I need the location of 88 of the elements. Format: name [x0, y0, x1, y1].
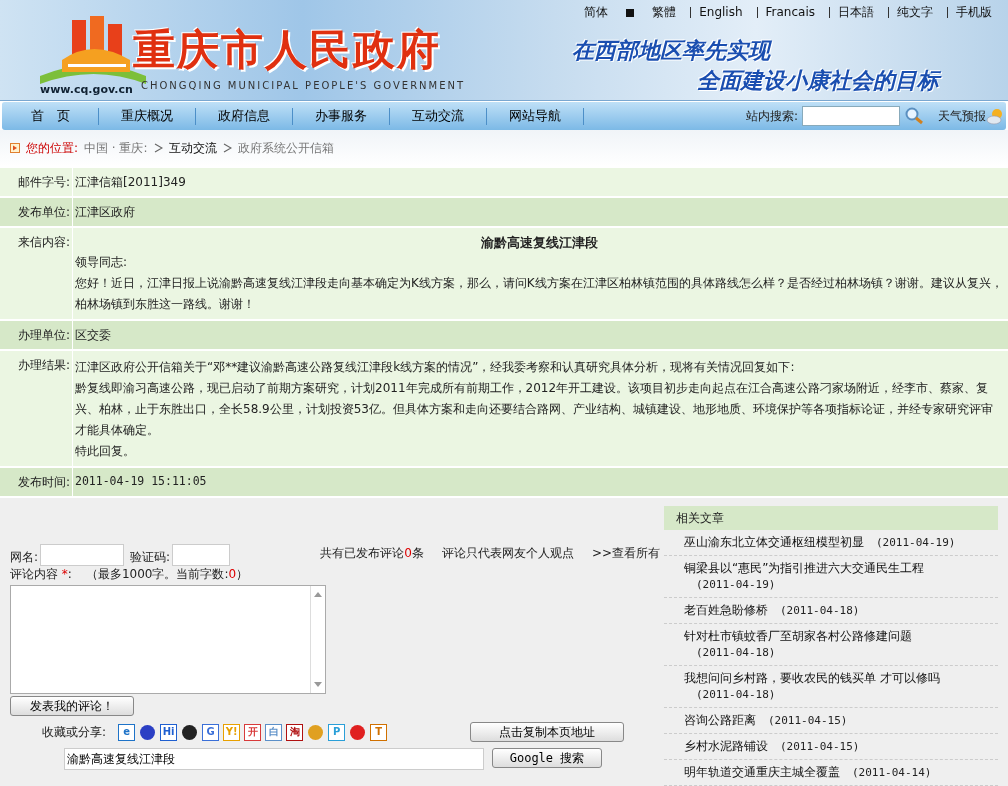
code-field[interactable]: [172, 544, 231, 566]
article-date: (2011-04-18): [696, 688, 776, 701]
article-link[interactable]: 巫山渝东北立体交通枢纽模型初显: [684, 535, 864, 549]
arrow-box-icon: [10, 143, 20, 153]
weather-link[interactable]: 天气预报: [938, 107, 986, 125]
share-icon[interactable]: 开: [244, 723, 262, 741]
field-value: 江津区政府: [75, 205, 135, 219]
share-icon[interactable]: G: [202, 723, 220, 741]
article-link[interactable]: 咨询公路距离: [684, 713, 756, 727]
paragraph: 特此回复。: [75, 443, 136, 460]
content-label: 评论内容 *:: [10, 566, 72, 583]
article-date: (2011-04-18): [696, 646, 776, 659]
share-icon[interactable]: 淘: [286, 723, 304, 741]
chevron-icon: [222, 143, 232, 153]
search-label: 站内搜索:: [745, 107, 798, 125]
field-label: 邮件字号:: [0, 168, 73, 196]
article-date: (2011-04-15): [780, 740, 860, 753]
site-subtitle: CHONGQING MUNICIPAL PEOPLE'S GOVERNMENT: [140, 80, 466, 91]
field-label: 发布时间:: [0, 468, 73, 496]
related-header: 相关文章: [664, 506, 998, 530]
nav-link[interactable]: 重庆概况: [99, 107, 196, 125]
submit-button[interactable]: 发表我的评论！: [10, 696, 134, 716]
site-url: www.cq.gov.cn: [40, 83, 133, 96]
letter-title: 渝黔高速复线江津段: [480, 234, 599, 252]
name-label: 网名:: [10, 549, 39, 566]
language-link[interactable]: Francais: [756, 7, 823, 18]
nav-link[interactable]: 网站导航: [487, 107, 584, 125]
search-field[interactable]: [802, 106, 900, 126]
article-link[interactable]: 老百姓急盼修桥: [684, 603, 768, 617]
field-value: 江津信箱[2011]349: [75, 175, 186, 189]
scrollbar[interactable]: [310, 586, 325, 693]
article-link[interactable]: 我想问问乡村路，要收农民的钱买单 才可以修吗: [684, 671, 940, 685]
copy-url-button[interactable]: 点击复制本页地址: [470, 722, 624, 742]
language-link[interactable]: 繁體: [644, 4, 685, 21]
slogan-text: 在西部地区率先实现: [572, 37, 773, 65]
paragraph: 黔复线即渝习高速公路，现已启动了前期方案研究，计划2011年完成所有前期工作，2012年开工建设。该项目初步走向起点在江合高速公路刁家场附近，经李市、蔡家、复兴、柏林，止于东胜出口，全长58.9公里，计划投资53亿。但具体方案和走向还要结合路网、产业结构、城镇建设、地形地质、环境保护等各项指标论证，并经专家研究评审才能具体确定。: [75, 380, 994, 439]
article-link[interactable]: 铜梁县以“惠民”为指引推进六大交通民生工程: [684, 561, 925, 575]
google-search-field[interactable]: 渝黔高速复线江津段: [64, 748, 484, 770]
breadcrumb-label: 您的位置:: [26, 139, 79, 157]
nav-link[interactable]: 政府信息: [196, 107, 293, 125]
article-date: (2011-04-18): [780, 604, 860, 617]
article-link[interactable]: 针对杜市镇蚊香厂至胡家各村公路修建问题: [684, 629, 912, 643]
language-link[interactable]: 简体: [576, 4, 617, 21]
share-icon[interactable]: Hi: [160, 723, 178, 741]
language-link[interactable]: 日本語: [829, 7, 882, 18]
article-link[interactable]: 明年轨道交通重庆主城全覆盖: [684, 765, 840, 779]
comment-textarea[interactable]: [10, 585, 326, 694]
google-search-button[interactable]: Google 搜索: [492, 748, 602, 768]
share-icon[interactable]: 白: [265, 723, 283, 741]
breadcrumb-link[interactable]: 互动交流: [168, 139, 217, 157]
field-label: 办理单位:: [0, 321, 73, 349]
paragraph: 领导同志:: [75, 254, 129, 271]
nav-link[interactable]: 办事服务: [293, 107, 390, 125]
search-icon[interactable]: [904, 107, 924, 125]
share-circle-icon[interactable]: [181, 723, 199, 741]
site-title: 重庆市人民政府: [133, 26, 442, 74]
up-arrow-icon[interactable]: [314, 592, 322, 597]
article-date: (2011-04-19): [696, 578, 776, 591]
language-link[interactable]: 纯文字: [888, 7, 941, 18]
comment-count-text: 共有已发布评论0条: [320, 545, 424, 562]
view-all-link[interactable]: >>查看所有: [591, 545, 660, 562]
article-date: (2011-04-15): [768, 714, 848, 727]
language-link[interactable]: 手机版: [947, 7, 1000, 18]
field-label: 办理结果:: [0, 351, 73, 466]
breadcrumb-link[interactable]: 政府系统公开信箱: [237, 139, 334, 157]
field-value: 2011-04-19 15:11:05: [75, 474, 207, 488]
share-icon[interactable]: e: [118, 723, 136, 741]
share-circle-icon[interactable]: [139, 723, 157, 741]
article-date: (2011-04-19): [876, 536, 956, 549]
paragraph: 您好！近日，江津日报上说渝黔高速复线江津段走向基本确定为K线方案，那么，请问K线方案在江津区柏林镇范围的具体路线怎么样？是否经过柏林场镇？谢谢。建议从复兴，柏林场镇到东胜这一路线。谢谢！: [75, 275, 1004, 313]
code-label: 验证码:: [130, 549, 171, 566]
nav-link[interactable]: 首 页: [2, 107, 99, 125]
chevron-icon: [153, 143, 163, 153]
paragraph: 江津区政府公开信箱关于“邓**建议渝黔高速公路复线江津段k线方案的情况”，经我委考察和认真研究具体分析，现将有关情况回复如下:: [75, 359, 796, 376]
article-link[interactable]: 乡村水泥路铺设: [684, 739, 768, 753]
name-field[interactable]: [40, 544, 125, 566]
field-label: 发布单位:: [0, 198, 73, 226]
nav-link[interactable]: 互动交流: [390, 107, 487, 125]
share-label: 收藏或分享:: [42, 723, 107, 741]
breadcrumb-link[interactable]: 中国 · 重庆:: [84, 139, 148, 157]
down-arrow-icon[interactable]: [314, 682, 322, 687]
article-date: (2011-04-14): [852, 766, 932, 779]
char-limit-text: （最多1000字。当前字数:0）: [85, 566, 249, 583]
field-label: 来信内容:: [0, 228, 73, 319]
share-icon[interactable]: T: [370, 723, 388, 741]
field-value: 区交委: [75, 328, 111, 342]
language-link[interactable]: English: [690, 7, 751, 18]
disclaimer-text: 评论只代表网友个人观点: [441, 545, 574, 562]
